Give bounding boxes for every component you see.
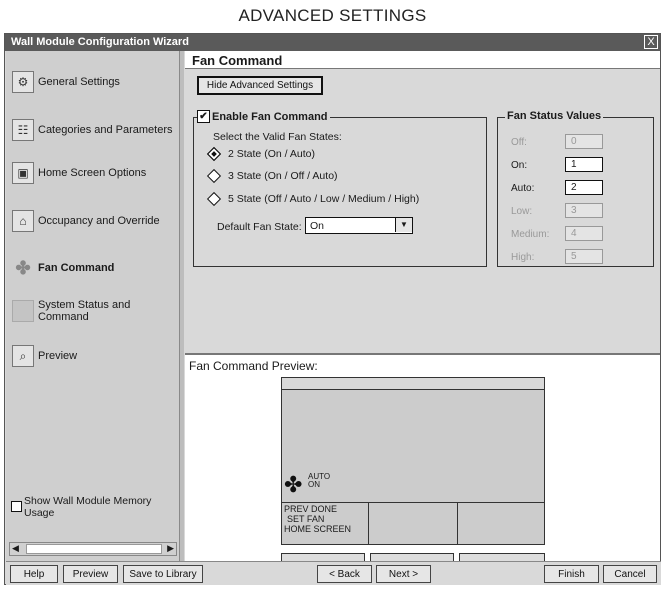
enable-fan-command-label: Enable Fan Command — [212, 110, 328, 123]
sidebar-item-label: Preview — [38, 350, 78, 362]
status-on-field[interactable]: 1 — [565, 157, 603, 172]
default-fan-state-select[interactable]: On ▼ — [305, 217, 413, 234]
status-low-field: 3 — [565, 203, 603, 218]
main-panel: Fan Command Hide Advanced Settings ✔ Ena… — [185, 51, 660, 561]
status-low-label: Low: — [511, 206, 533, 217]
wall-module-preview: ✤ AUTO ON PREV DONE SET FAN HOME SCREEN — [281, 377, 545, 545]
preview-panel: Fan Command Preview: ✤ AUTO ON PREV DONE… — [185, 355, 660, 561]
scroll-thumb[interactable] — [26, 544, 162, 554]
status-off-label: Off: — [511, 137, 527, 148]
chevron-down-icon[interactable]: ▼ — [395, 218, 412, 232]
radio-selected-icon[interactable] — [206, 146, 222, 162]
sidebar-item-categories[interactable]: ☷ Categories and Parameters — [6, 108, 178, 152]
categories-icon: ☷ — [12, 119, 34, 141]
status-medium-label: Medium: — [511, 229, 550, 240]
finish-button[interactable]: Finish — [544, 565, 599, 583]
sidebar-item-fan-command[interactable]: ✤ Fan Command — [6, 246, 178, 290]
preview-button[interactable]: Preview — [63, 565, 118, 583]
sidebar-item-label: Home Screen Options — [38, 167, 147, 179]
cancel-button[interactable]: Cancel — [603, 565, 657, 583]
status-high-label: High: — [511, 252, 535, 263]
wizard-window: Wall Module Configuration Wizard X ⚙ Gen… — [4, 33, 661, 585]
preview-soft-button-3[interactable] — [459, 553, 545, 561]
sidebar-item-label: Categories and Parameters — [38, 124, 173, 136]
save-to-library-button[interactable]: Save to Library — [123, 565, 203, 583]
home-screen-icon: ▣ — [12, 162, 34, 184]
preview-soft-button-2[interactable] — [370, 553, 454, 561]
fan-on-text: ON — [308, 480, 320, 489]
sidebar-item-label: Occupancy and Override — [38, 215, 160, 227]
preview-divider — [282, 502, 544, 503]
status-auto-label: Auto: — [511, 183, 535, 194]
fan-states-prompt: Select the Valid Fan States: — [213, 131, 342, 143]
preview-divider — [368, 502, 369, 544]
next-button[interactable]: Next > — [376, 565, 431, 583]
preview-label: Fan Command Preview: — [189, 359, 318, 373]
scroll-left-arrow-icon[interactable]: ◀ — [12, 543, 19, 554]
page-caption: ADVANCED SETTINGS — [238, 6, 427, 25]
sidebar-item-label: Fan Command — [38, 262, 115, 274]
fan-state-option-label: 5 State (Off / Auto / Low / Medium / Hig… — [228, 193, 420, 205]
soft-key-line: HOME SCREEN — [284, 524, 352, 534]
fan-status-values-label: Fan Status Values — [505, 110, 604, 122]
preview-icon: ⌕ — [12, 345, 34, 367]
sidebar-item-general-settings[interactable]: ⚙ General Settings — [6, 60, 178, 104]
scroll-right-arrow-icon[interactable]: ▶ — [167, 543, 174, 554]
sidebar-item-occupancy[interactable]: ⌂ Occupancy and Override — [6, 199, 178, 243]
soft-key-line: PREV DONE — [284, 504, 338, 514]
sidebar: ⚙ General Settings ☷ Categories and Para… — [6, 51, 180, 561]
memory-usage-label: Show Wall Module Memory Usage — [24, 495, 152, 519]
sidebar-item-label: System Status and Command — [38, 299, 131, 323]
status-high-field: 5 — [565, 249, 603, 264]
sidebar-item-system-status[interactable]: System Status and Command — [6, 291, 178, 331]
back-button[interactable]: < Back — [317, 565, 372, 583]
fan-state-option-5[interactable]: 5 State (Off / Auto / Low / Medium / Hig… — [206, 191, 420, 207]
enable-fan-command-header: ✔ Enable Fan Command — [197, 110, 330, 123]
fan-state-option-3[interactable]: 3 State (On / Off / Auto) — [206, 168, 338, 184]
sidebar-splitter[interactable] — [180, 51, 184, 561]
memory-usage-checkbox-row[interactable]: Show Wall Module Memory Usage — [11, 495, 176, 525]
status-auto-field[interactable]: 2 — [565, 180, 603, 195]
enable-fan-command-checkbox[interactable]: ✔ — [197, 110, 210, 123]
system-status-icon — [12, 300, 34, 322]
fan-state-option-2[interactable]: 2 State (On / Auto) — [206, 146, 315, 162]
default-fan-state-label: Default Fan State: — [217, 221, 302, 233]
wizard-footer: Help Preview Save to Library < Back Next… — [6, 561, 661, 585]
soft-key-text: PREV DONE SET FAN HOME SCREEN — [284, 504, 351, 534]
default-fan-state-value: On — [310, 220, 325, 232]
preview-soft-button-1[interactable] — [281, 553, 365, 561]
fan-state-option-label: 2 State (On / Auto) — [228, 148, 315, 160]
help-button[interactable]: Help — [10, 565, 58, 583]
radio-unselected-icon[interactable] — [206, 191, 222, 207]
window-titlebar: Wall Module Configuration Wizard — [5, 34, 660, 51]
memory-usage-checkbox[interactable] — [11, 501, 22, 512]
hide-advanced-settings-button[interactable]: Hide Advanced Settings — [197, 76, 323, 95]
fan-icon: ✤ — [15, 257, 31, 278]
window-title: Wall Module Configuration Wizard — [11, 36, 189, 48]
preview-status-bar — [282, 378, 544, 390]
page-title: Fan Command — [185, 51, 660, 69]
preview-divider — [457, 502, 458, 544]
close-button[interactable]: X — [644, 35, 658, 49]
status-on-label: On: — [511, 160, 528, 171]
fan-state-option-label: 3 State (On / Off / Auto) — [228, 170, 338, 182]
radio-unselected-icon[interactable] — [206, 168, 222, 184]
occupancy-icon: ⌂ — [12, 210, 34, 232]
status-off-field: 0 — [565, 134, 603, 149]
fan-icon: ✤ — [284, 472, 303, 497]
sidebar-hscrollbar[interactable]: ◀ ▶ — [9, 542, 177, 556]
sidebar-item-home-screen[interactable]: ▣ Home Screen Options — [6, 151, 178, 195]
sidebar-item-preview[interactable]: ⌕ Preview — [6, 334, 178, 378]
status-medium-field: 4 — [565, 226, 603, 241]
soft-key-line: SET FAN — [287, 514, 325, 524]
settings-icon: ⚙ — [12, 71, 34, 93]
sidebar-item-label: General Settings — [38, 76, 120, 88]
